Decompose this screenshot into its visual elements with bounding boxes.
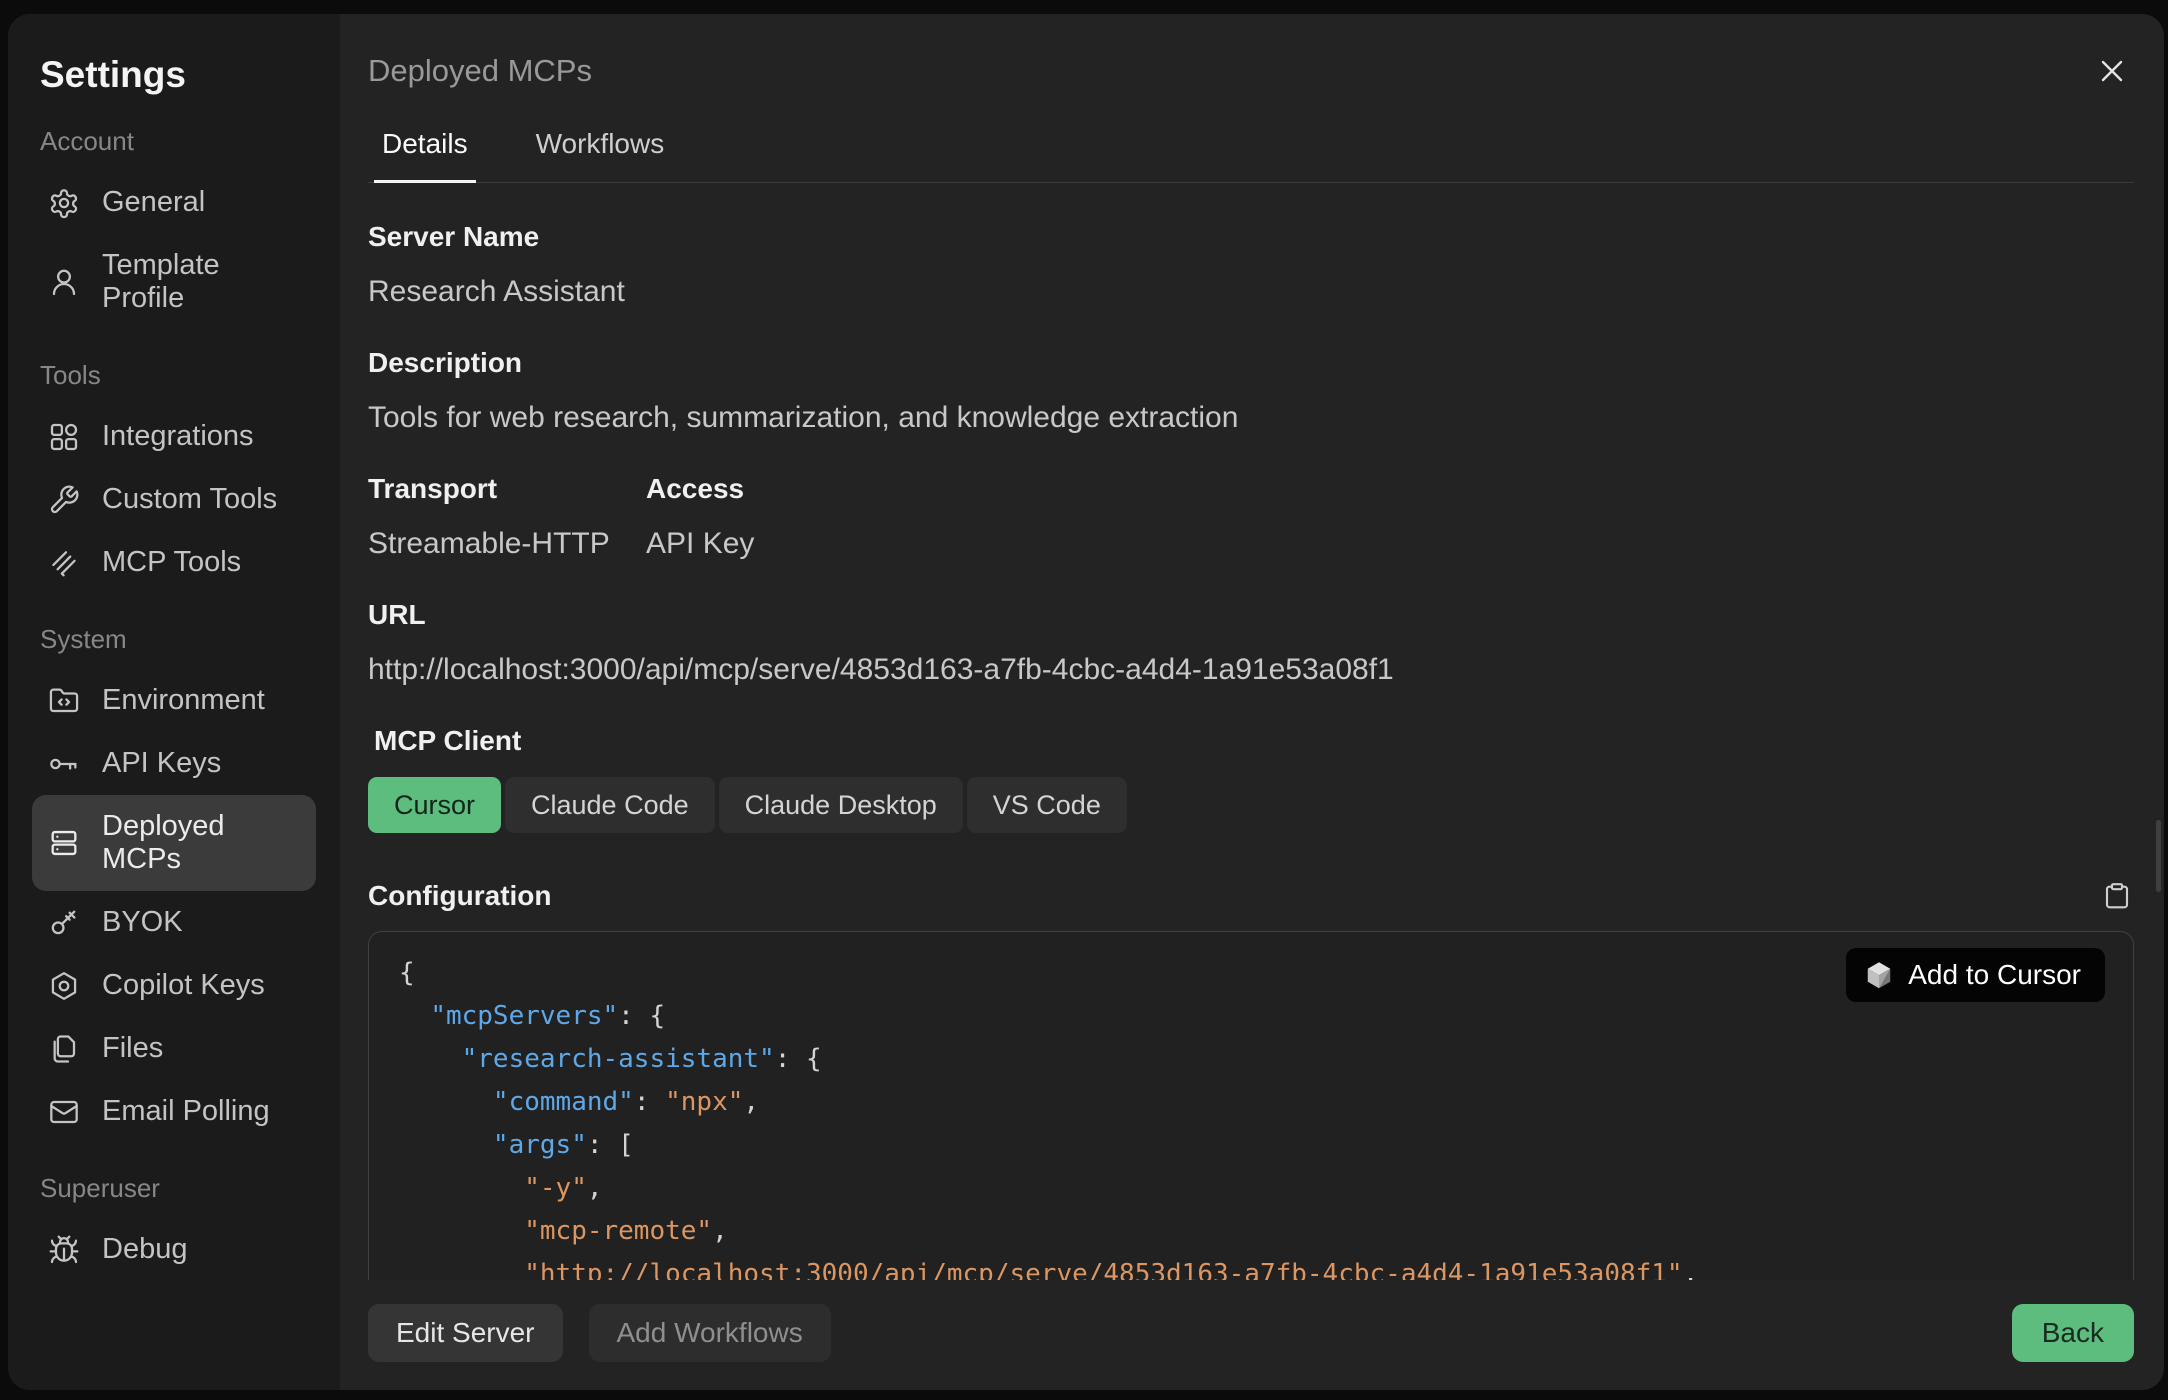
sidebar-item-label: Copilot Keys [102, 969, 265, 1002]
close-icon [2094, 53, 2130, 89]
sidebar-section-label-superuser: Superuser [40, 1173, 308, 1204]
sidebar-item-label: Deployed MCPs [102, 810, 300, 876]
transport-label: Transport [368, 473, 646, 505]
sidebar-section-label-account: Account [40, 126, 308, 157]
client-chip-claude-desktop[interactable]: Claude Desktop [719, 777, 963, 833]
key-icon [48, 748, 80, 780]
sidebar-item-deployed-mcps[interactable]: Deployed MCPs [32, 795, 316, 891]
folder-code-icon [48, 685, 80, 717]
configuration-code: { "mcpServers": { "research-assistant": … [368, 931, 2134, 1280]
code-line: "mcpServers": { [399, 995, 2103, 1038]
sidebar-item-mcp-tools[interactable]: MCP Tools [32, 531, 316, 594]
gear-icon [48, 187, 80, 219]
blocks-icon [48, 421, 80, 453]
sidebar-item-label: API Keys [102, 747, 221, 780]
sidebar-item-label: Environment [102, 684, 265, 717]
transport-value: Streamable-HTTP [368, 527, 646, 561]
sidebar-item-label: BYOK [102, 906, 183, 939]
settings-title: Settings [40, 54, 308, 96]
sidebar-item-environment[interactable]: Environment [32, 669, 316, 732]
code-line: "command": "npx", [399, 1081, 2103, 1124]
server-name-value: Research Assistant [368, 275, 2134, 309]
description-value: Tools for web research, summarization, a… [368, 401, 2134, 435]
mcp-icon [48, 547, 80, 579]
code-line: "-y", [399, 1167, 2103, 1210]
add-to-cursor-label: Add to Cursor [1908, 959, 2081, 991]
configuration-row: Configuration [368, 879, 2134, 913]
sidebar-item-label: Debug [102, 1233, 187, 1266]
url-value: http://localhost:3000/api/mcp/serve/4853… [368, 653, 2134, 687]
mcp-client-label: MCP Client [374, 725, 2134, 757]
code-line: "research-assistant": { [399, 1038, 2103, 1081]
settings-dialog: Settings Account General Template Profile T… [8, 14, 2164, 1390]
add-to-cursor-button[interactable]: Add to Cursor [1846, 948, 2105, 1002]
sidebar-item-label: Files [102, 1032, 163, 1065]
sidebar-item-debug[interactable]: Debug [32, 1218, 316, 1281]
sidebar-item-api-keys[interactable]: API Keys [32, 732, 316, 795]
client-chip-claude-code[interactable]: Claude Code [505, 777, 715, 833]
back-button[interactable]: Back [2012, 1304, 2134, 1362]
person-icon [48, 266, 80, 298]
details-content: Server Name Research Assistant Descripti… [368, 183, 2134, 1280]
copy-button[interactable] [2100, 879, 2134, 913]
files-icon [48, 1033, 80, 1065]
sidebar: Settings Account General Template Profile T… [8, 14, 340, 1390]
scrollbar-thumb[interactable] [2156, 820, 2161, 892]
panel-title: Deployed MCPs [368, 53, 592, 89]
sidebar-item-copilot-keys[interactable]: Copilot Keys [32, 954, 316, 1017]
url-label: URL [368, 599, 2134, 631]
main-panel: Deployed MCPs Details Workflows Server Na… [340, 14, 2164, 1390]
sidebar-sections: Account General Template Profile Tools Integ… [32, 126, 316, 1281]
hexagon-icon [48, 970, 80, 1002]
code-line: "args": [ [399, 1124, 2103, 1167]
description-label: Description [368, 347, 2134, 379]
access-value: API Key [646, 527, 2134, 561]
client-chip-vs-code[interactable]: VS Code [967, 777, 1127, 833]
sidebar-section-label-tools: Tools [40, 360, 308, 391]
tabs: Details Workflows [368, 128, 2134, 183]
panel-header: Deployed MCPs [368, 48, 2134, 94]
mail-icon [48, 1096, 80, 1128]
sidebar-item-byok[interactable]: BYOK [32, 891, 316, 954]
close-button[interactable] [2090, 49, 2134, 93]
cursor-logo-icon [1864, 960, 1894, 990]
add-workflows-button[interactable]: Add Workflows [589, 1304, 831, 1362]
sidebar-item-email-polling[interactable]: Email Polling [32, 1080, 316, 1143]
transport-access-row: Transport Access Streamable-HTTP API Key [368, 435, 2134, 561]
mcp-client-options: CursorClaude CodeClaude DesktopVS Code [368, 777, 2134, 833]
bug-icon [48, 1234, 80, 1266]
sidebar-item-files[interactable]: Files [32, 1017, 316, 1080]
wrench-icon [48, 484, 80, 516]
sidebar-item-label: Custom Tools [102, 483, 277, 516]
configuration-label: Configuration [368, 880, 552, 912]
code-lines: { "mcpServers": { "research-assistant": … [399, 952, 2103, 1280]
sidebar-section-label-system: System [40, 624, 308, 655]
sidebar-item-template-profile[interactable]: Template Profile [32, 234, 316, 330]
sidebar-item-label: MCP Tools [102, 546, 241, 579]
sidebar-item-general[interactable]: General [32, 171, 316, 234]
sidebar-item-label: General [102, 186, 205, 219]
server-icon [48, 827, 80, 859]
key-diagonal-icon [48, 907, 80, 939]
server-name-label: Server Name [368, 221, 2134, 253]
footer: Edit Server Add Workflows Back [368, 1280, 2134, 1390]
code-line: "mcp-remote", [399, 1210, 2103, 1253]
clipboard-icon [2102, 881, 2132, 911]
access-label: Access [646, 473, 2134, 505]
sidebar-item-label: Integrations [102, 420, 254, 453]
tab-workflows[interactable]: Workflows [528, 128, 673, 183]
sidebar-item-integrations[interactable]: Integrations [32, 405, 316, 468]
edit-server-button[interactable]: Edit Server [368, 1304, 563, 1362]
sidebar-item-custom-tools[interactable]: Custom Tools [32, 468, 316, 531]
sidebar-item-label: Email Polling [102, 1095, 270, 1128]
client-chip-cursor[interactable]: Cursor [368, 777, 501, 833]
code-line: "http://localhost:3000/api/mcp/serve/485… [399, 1253, 2103, 1280]
tab-details[interactable]: Details [374, 128, 476, 183]
sidebar-item-label: Template Profile [102, 249, 300, 315]
